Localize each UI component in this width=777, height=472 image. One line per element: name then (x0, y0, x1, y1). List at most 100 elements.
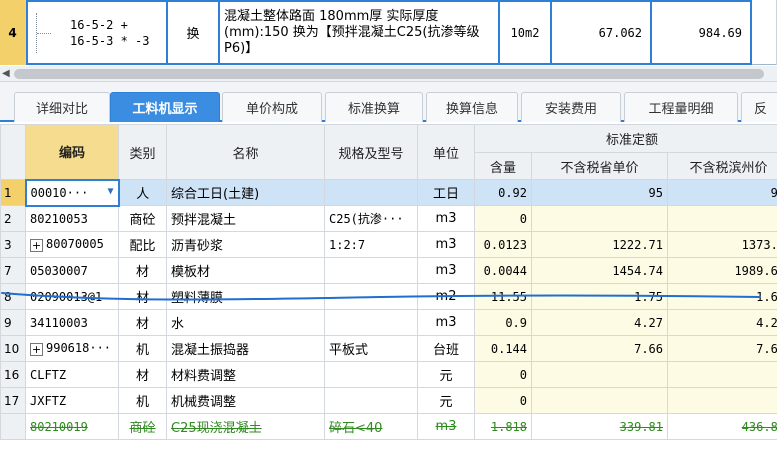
row-index: 8 (0, 283, 26, 310)
header-unit[interactable]: 单位 (417, 124, 475, 180)
tab-conversion-info[interactable]: 换算信息 (426, 92, 518, 122)
tab-reverse[interactable]: 反 (741, 92, 777, 122)
table-row[interactable]: 8 02090013@1 材 塑料薄膜 m2 11.55 1.75 1.68 (0, 283, 777, 310)
parent-item-row[interactable]: 4 16-5-2 + 16-5-3 * -3 换 混凝土整体路面 180mm厚 … (0, 0, 777, 65)
expand-icon[interactable]: + (30, 343, 43, 356)
header-province-price[interactable]: 不含税省单价 (531, 152, 668, 180)
code-cell[interactable]: JXFTZ (25, 387, 119, 414)
qty-cell[interactable]: 1.818 (474, 413, 532, 440)
province-price-cell: 1222.71 (531, 231, 668, 258)
header-standard-quota: 标准定额 (473, 124, 777, 153)
code-value: 990618··· (46, 341, 112, 355)
row-index: 9 (0, 309, 26, 336)
deleted-row[interactable]: 80210019 商砼 C25现浇混凝土 碎石<40 m3 1.818 339.… (0, 413, 777, 440)
code-cell[interactable]: 80210053 (25, 205, 119, 232)
row-index (0, 413, 26, 440)
city-price-cell[interactable]: 95 (666, 179, 777, 206)
code-cell[interactable]: CLFTZ (25, 361, 119, 388)
row-index: 16 (0, 361, 26, 388)
category-cell: 材 (118, 283, 167, 310)
city-price-cell[interactable]: 1989.66 (666, 257, 777, 284)
province-price-cell: 1.75 (531, 283, 668, 310)
code-cell[interactable]: 00010··· ▼ (24, 178, 120, 207)
expand-icon[interactable]: + (30, 239, 43, 252)
city-price-cell[interactable] (666, 387, 777, 414)
scroll-left-icon[interactable]: ◀ (2, 68, 12, 80)
spec-cell: 1:2:7 (324, 231, 418, 258)
tree-connector (36, 12, 62, 53)
code-value: 80070005 (46, 237, 104, 251)
table-row[interactable]: 16 CLFTZ 材 材料费调整 元 0 (0, 361, 777, 388)
row-index: 1 (0, 179, 26, 206)
header-name[interactable]: 名称 (166, 124, 325, 180)
spec-cell: 碎石<40 (324, 413, 418, 440)
city-price-cell[interactable]: 7.66 (666, 335, 777, 362)
parent-name: 混凝土整体路面 180mm厚 实际厚度(mm):150 换为【预拌混凝土C25(… (220, 0, 500, 65)
header-city-price[interactable]: 不含税滨州价 (666, 152, 777, 180)
name-cell: 材料费调整 (166, 361, 325, 388)
row-index: 17 (0, 387, 26, 414)
code-cell[interactable]: +990618··· (25, 335, 119, 362)
city-price-cell[interactable] (666, 361, 777, 388)
code-cell[interactable]: 34110003 (25, 309, 119, 336)
table-row[interactable]: 2 80210053 商砼 预拌混凝土 C25(抗渗··· m3 0 (0, 205, 777, 232)
name-cell: 预拌混凝土 (166, 205, 325, 232)
qty-cell[interactable]: 0 (474, 361, 532, 388)
row-index: 2 (0, 205, 26, 232)
material-grid: 编码 类别 名称 规格及型号 单位 标准定额 含量 不含税省单价 不含税滨州价 … (0, 124, 777, 440)
spec-cell (324, 283, 418, 310)
tab-standard-conversion[interactable]: 标准换算 (325, 92, 423, 122)
name-cell: 混凝土振捣器 (166, 335, 325, 362)
city-price-cell[interactable]: 436.89 (666, 413, 777, 440)
tab-material-display[interactable]: 工料机显示 (110, 92, 220, 122)
qty-cell[interactable]: 0 (474, 387, 532, 414)
category-cell: 配比 (118, 231, 167, 258)
qty-cell[interactable]: 0.0044 (474, 257, 532, 284)
tab-quantity-detail[interactable]: 工程量明细 (624, 92, 738, 122)
parent-unit: 10m2 (500, 0, 552, 65)
tab-unit-price-composition[interactable]: 单价构成 (222, 92, 322, 122)
qty-cell[interactable]: 0.0123 (474, 231, 532, 258)
table-row[interactable]: 17 JXFTZ 机 机械费调整 元 0 (0, 387, 777, 414)
category-cell: 材 (118, 361, 167, 388)
category-cell: 商砼 (118, 413, 167, 440)
city-price-cell[interactable]: 4.27 (666, 309, 777, 336)
code-cell[interactable]: +80070005 (25, 231, 119, 258)
city-price-cell[interactable]: 1373.6 (666, 231, 777, 258)
unit-cell: 台班 (417, 335, 475, 362)
qty-cell[interactable]: 0 (474, 205, 532, 232)
qty-cell[interactable]: 0.144 (474, 335, 532, 362)
spec-cell: C25(抗渗··· (324, 205, 418, 232)
header-content[interactable]: 含量 (474, 152, 532, 180)
dropdown-arrow-icon[interactable]: ▼ (107, 186, 113, 197)
province-price-cell: 7.66 (531, 335, 668, 362)
tab-detail-compare[interactable]: 详细对比 (14, 92, 110, 122)
table-row[interactable]: 3 +80070005 配比 沥青砂浆 1:2:7 m3 0.0123 1222… (0, 231, 777, 258)
city-price-cell[interactable]: 1.68 (666, 283, 777, 310)
parent-code-cell[interactable]: 16-5-2 + 16-5-3 * -3 (26, 0, 168, 65)
spec-cell (324, 257, 418, 284)
code-cell[interactable]: 02090013@1 (25, 283, 119, 310)
horizontal-scrollbar[interactable]: ◀ (0, 66, 777, 82)
table-row[interactable]: 9 34110003 材 水 m3 0.9 4.27 4.27 (0, 309, 777, 336)
code-cell[interactable]: 80210019 (25, 413, 119, 440)
qty-cell[interactable]: 11.55 (474, 283, 532, 310)
table-row[interactable]: 10 +990618··· 机 混凝土振捣器 平板式 台班 0.144 7.66… (0, 335, 777, 362)
category-cell: 机 (118, 387, 167, 414)
table-row[interactable]: 1 00010··· ▼ 人 综合工日(土建) 工日 0.92 95 95 (0, 178, 777, 207)
code-cell[interactable]: 05030007 (25, 257, 119, 284)
category-cell: 机 (118, 335, 167, 362)
qty-cell[interactable]: 0.9 (474, 309, 532, 336)
header-code[interactable]: 编码 (25, 124, 119, 180)
province-price-cell: 4.27 (531, 309, 668, 336)
table-row[interactable]: 7 05030007 材 模板材 m3 0.0044 1454.74 1989.… (0, 257, 777, 284)
city-price-cell[interactable] (666, 205, 777, 232)
name-cell: 沥青砂浆 (166, 231, 325, 258)
qty-cell[interactable]: 0.92 (474, 179, 532, 206)
scrollbar-thumb[interactable] (14, 69, 764, 79)
header-spec[interactable]: 规格及型号 (324, 124, 418, 180)
row-index: 3 (0, 231, 26, 258)
header-category[interactable]: 类别 (118, 124, 167, 180)
tab-installation-fee[interactable]: 安装费用 (521, 92, 621, 122)
unit-cell: 元 (417, 387, 475, 414)
